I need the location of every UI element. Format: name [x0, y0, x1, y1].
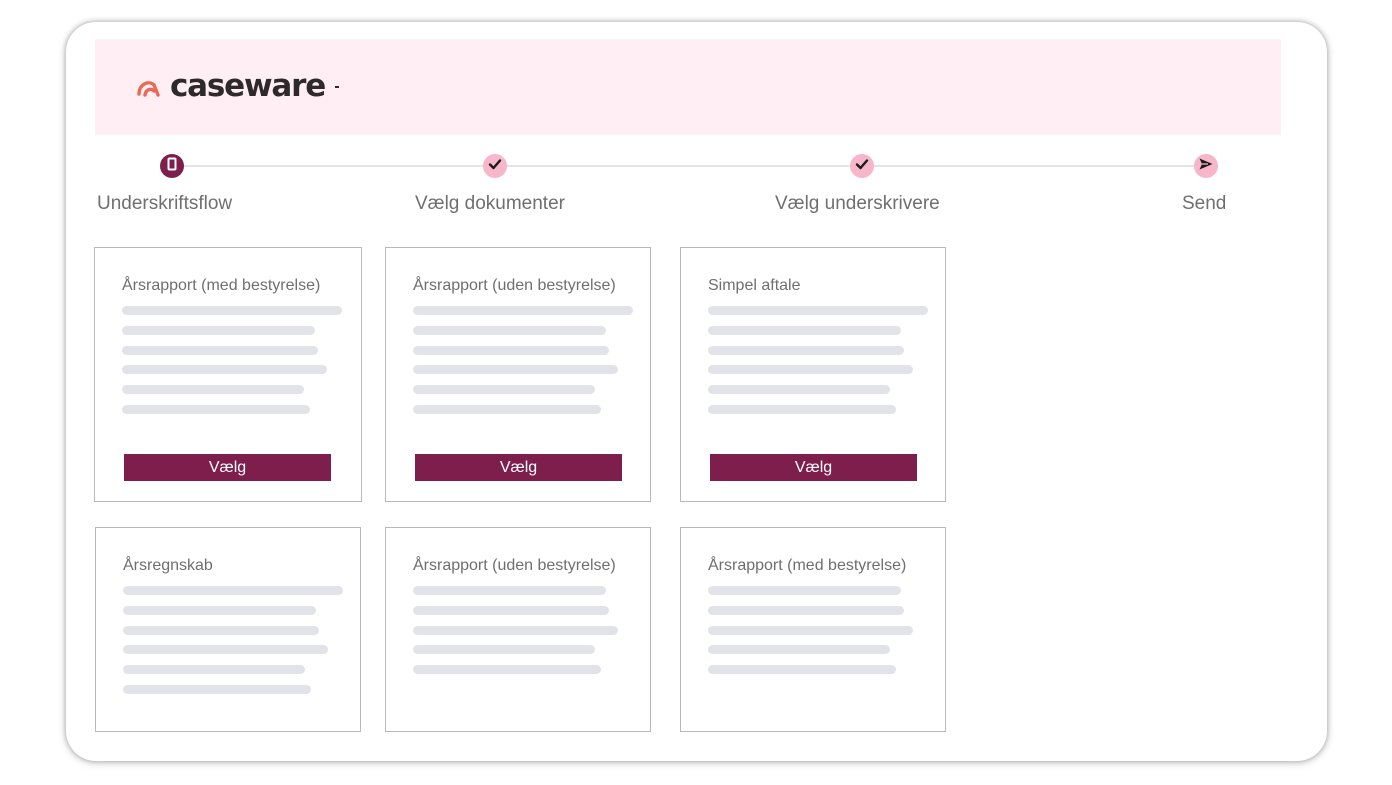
app-window: caseware Underskriftsflow Vælg dokumente… — [66, 22, 1327, 761]
step-2-indicator[interactable] — [483, 154, 507, 178]
text-placeholder-line — [413, 326, 606, 335]
text-placeholder-line — [122, 306, 342, 315]
text-placeholder-line — [708, 365, 913, 374]
caseware-logo[interactable]: caseware — [136, 68, 340, 104]
text-placeholder-line — [708, 405, 896, 414]
text-placeholder-line — [708, 665, 896, 674]
stepper-track — [172, 165, 1206, 167]
text-placeholder-line — [122, 405, 310, 414]
step-label-send[interactable]: Send — [1182, 193, 1226, 215]
card-title: Simpel aftale — [708, 277, 801, 294]
select-button[interactable]: Vælg — [124, 454, 331, 481]
text-placeholder-line — [122, 346, 318, 355]
card-title: Årsrapport (uden bestyrelse) — [413, 557, 616, 574]
template-card[interactable]: Årsrapport (uden bestyrelse) — [385, 527, 651, 732]
send-icon — [1198, 157, 1214, 176]
template-card[interactable]: Årsregnskab — [95, 527, 361, 732]
text-placeholder-line — [123, 645, 328, 654]
text-placeholder-line — [413, 626, 618, 635]
header-banner: caseware — [95, 39, 1281, 135]
checkmark-icon — [488, 157, 502, 175]
brand-name: caseware — [170, 68, 326, 104]
step-label-vaelg-dokumenter[interactable]: Vælg dokumenter — [415, 193, 565, 215]
template-card[interactable]: Simpel aftale Vælg — [680, 247, 946, 502]
step-label-underskriftsflow[interactable]: Underskriftsflow — [97, 193, 232, 215]
template-card[interactable]: Årsrapport (med bestyrelse) — [680, 527, 946, 732]
step-1-indicator[interactable] — [160, 154, 184, 178]
text-placeholder-line — [122, 385, 304, 394]
text-placeholder-line — [123, 606, 316, 615]
template-card[interactable]: Årsrapport (uden bestyrelse) Vælg — [385, 247, 651, 502]
text-placeholder-line — [123, 586, 343, 595]
text-placeholder-line — [413, 365, 618, 374]
text-placeholder-line — [122, 326, 315, 335]
card-title: Årsrapport (uden bestyrelse) — [413, 277, 616, 294]
step-label-vaelg-underskrivere[interactable]: Vælg underskrivere — [775, 193, 940, 215]
text-placeholder-line — [413, 665, 601, 674]
brand-dot — [335, 85, 340, 88]
step-4-indicator[interactable] — [1194, 154, 1218, 178]
text-placeholder-line — [708, 326, 901, 335]
text-placeholder-line — [123, 685, 311, 694]
step-3-indicator[interactable] — [850, 154, 874, 178]
text-placeholder-line — [708, 606, 904, 615]
text-placeholder-line — [413, 405, 601, 414]
text-placeholder-line — [413, 645, 595, 654]
checkmark-icon — [855, 157, 869, 175]
document-icon — [166, 157, 178, 176]
text-placeholder-line — [122, 365, 327, 374]
caseware-mark-icon — [136, 76, 161, 98]
card-title: Årsregnskab — [123, 557, 213, 574]
text-placeholder-line — [123, 665, 305, 674]
text-placeholder-line — [708, 645, 890, 654]
template-card[interactable]: Årsrapport (med bestyrelse) Vælg — [94, 247, 362, 502]
text-placeholder-line — [708, 385, 890, 394]
text-placeholder-line — [123, 626, 319, 635]
text-placeholder-line — [413, 385, 595, 394]
card-title: Årsrapport (med bestyrelse) — [122, 277, 321, 294]
text-placeholder-line — [708, 586, 901, 595]
card-title: Årsrapport (med bestyrelse) — [708, 557, 907, 574]
text-placeholder-line — [413, 586, 606, 595]
text-placeholder-line — [708, 626, 913, 635]
text-placeholder-line — [413, 606, 609, 615]
text-placeholder-line — [413, 306, 633, 315]
text-placeholder-line — [413, 346, 609, 355]
text-placeholder-line — [708, 306, 928, 315]
select-button[interactable]: Vælg — [710, 454, 917, 481]
select-button[interactable]: Vælg — [415, 454, 622, 481]
text-placeholder-line — [708, 346, 904, 355]
